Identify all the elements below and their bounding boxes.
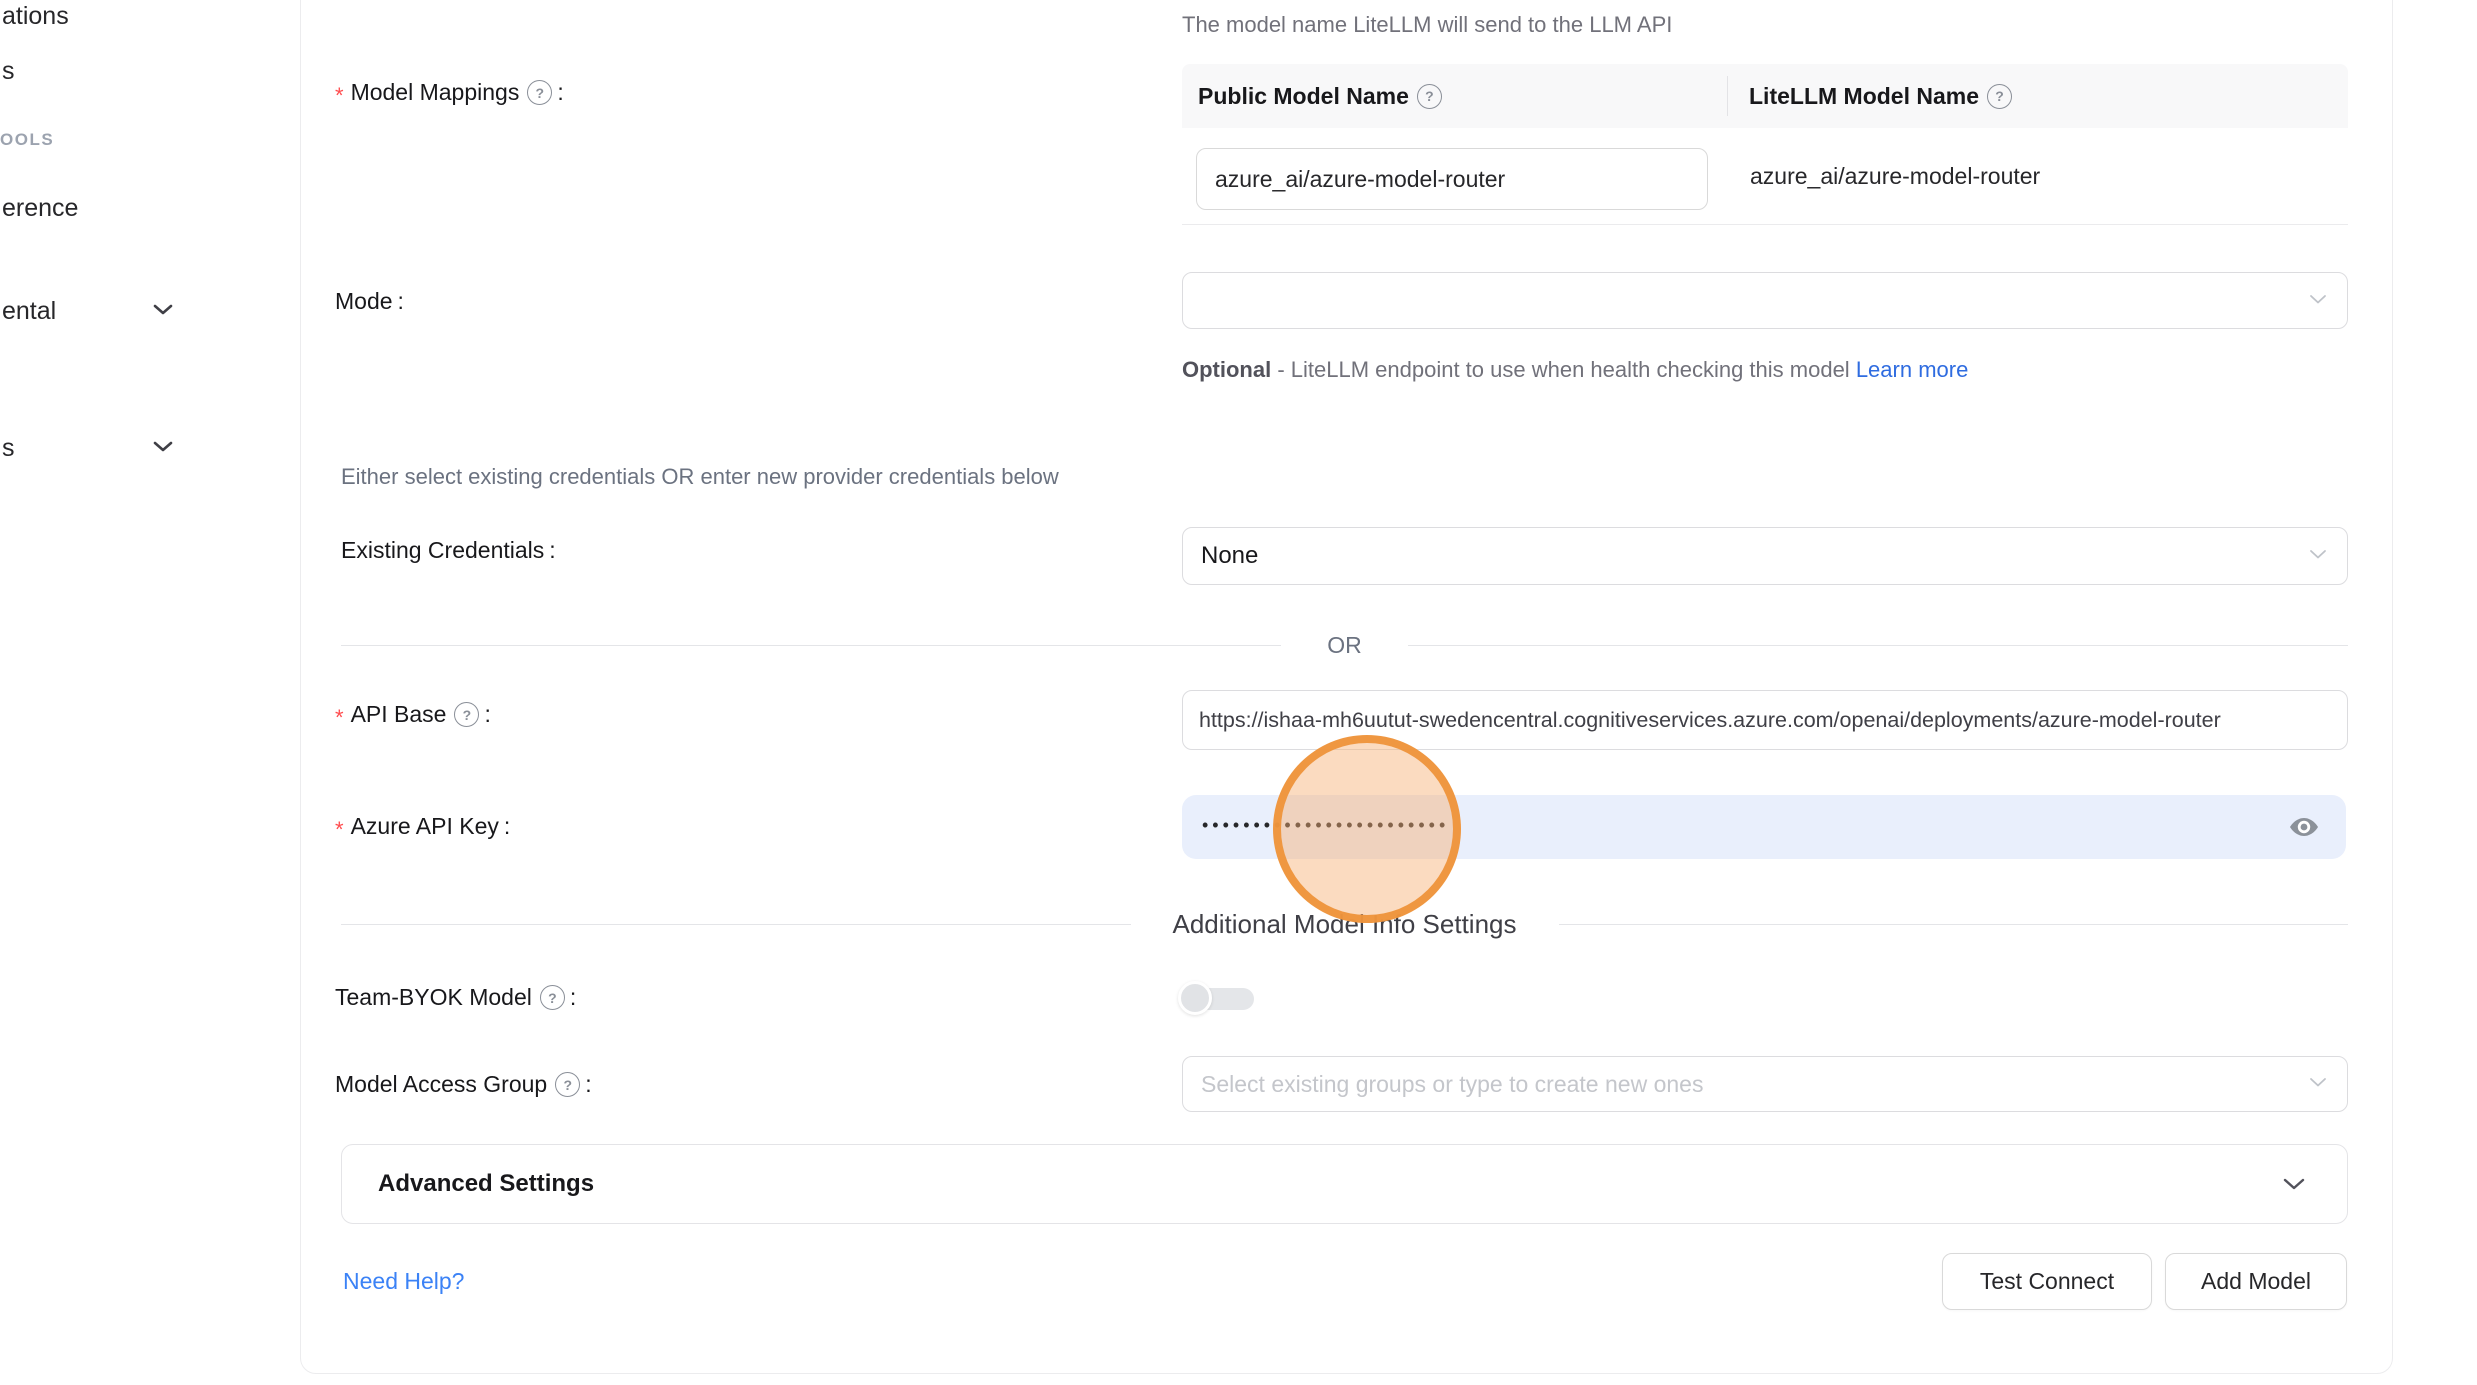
additional-settings-divider-text: Additional Model Info Settings bbox=[1173, 909, 1517, 940]
required-asterisk: * bbox=[335, 817, 344, 843]
mode-help-text: Optional - LiteLLM endpoint to use when … bbox=[1182, 350, 1992, 390]
need-help-link[interactable]: Need Help? bbox=[343, 1268, 464, 1295]
masked-password-dots: •••••••••••••••••••••••• bbox=[1202, 815, 1449, 836]
test-connect-button[interactable]: Test Connect bbox=[1942, 1253, 2152, 1310]
advanced-settings-panel[interactable]: Advanced Settings bbox=[341, 1144, 2348, 1224]
api-base-input[interactable]: https://ishaa-mh6uutut-swedencentral.cog… bbox=[1182, 690, 2348, 750]
mode-label: Mode : bbox=[335, 288, 404, 315]
question-circle-icon[interactable]: ? bbox=[454, 702, 479, 727]
chevron-down-icon bbox=[2309, 1075, 2327, 1093]
chevron-down-icon bbox=[2309, 547, 2327, 565]
question-circle-icon[interactable]: ? bbox=[540, 985, 565, 1010]
azure-api-key-label: * Azure API Key : bbox=[335, 813, 510, 840]
learn-more-link[interactable]: Learn more bbox=[1856, 357, 1969, 382]
header-divider bbox=[1727, 76, 1728, 116]
mappings-table-header: Public Model Name ? LiteLLM Model Name ? bbox=[1182, 64, 2348, 128]
question-circle-icon[interactable]: ? bbox=[555, 1072, 580, 1097]
model-access-group-placeholder: Select existing groups or type to create… bbox=[1201, 1071, 1703, 1098]
litellm-model-name-value: azure_ai/azure-model-router bbox=[1750, 128, 2040, 224]
sidebar-item-s1[interactable]: s bbox=[2, 57, 15, 86]
required-asterisk: * bbox=[335, 83, 344, 109]
advanced-settings-label: Advanced Settings bbox=[378, 1170, 594, 1198]
public-model-name-header: Public Model Name ? bbox=[1182, 83, 1711, 110]
sidebar-item-erence[interactable]: erence bbox=[2, 194, 78, 223]
existing-credentials-label: Existing Credentials : bbox=[341, 537, 556, 564]
or-divider-text: OR bbox=[1327, 632, 1362, 659]
question-circle-icon[interactable]: ? bbox=[527, 80, 552, 105]
litellm-model-name-header: LiteLLM Model Name ? bbox=[1711, 83, 2012, 110]
additional-settings-divider: Additional Model Info Settings bbox=[341, 909, 2348, 940]
toggle-knob bbox=[1178, 981, 1212, 1015]
or-divider: OR bbox=[341, 632, 2348, 659]
existing-credentials-select[interactable]: None bbox=[1182, 527, 2348, 585]
existing-credentials-value: None bbox=[1201, 542, 1258, 570]
api-base-value: https://ishaa-mh6uutut-swedencentral.cog… bbox=[1199, 708, 2331, 733]
add-model-page: ations s OOLS erence ental s The model n… bbox=[0, 0, 2477, 1385]
model-mappings-label: * Model Mappings ? : bbox=[335, 79, 564, 106]
sidebar-item-s2[interactable]: s bbox=[2, 434, 15, 463]
model-access-group-select[interactable]: Select existing groups or type to create… bbox=[1182, 1056, 2348, 1112]
chevron-down-icon bbox=[2309, 292, 2327, 310]
eye-icon[interactable] bbox=[2288, 815, 2320, 840]
chevron-down-icon[interactable] bbox=[153, 303, 173, 321]
team-byok-label: Team-BYOK Model ? : bbox=[335, 984, 576, 1011]
model-access-group-label: Model Access Group ? : bbox=[335, 1071, 592, 1098]
sidebar-section-tools: OOLS bbox=[0, 130, 54, 150]
azure-api-key-input[interactable]: •••••••••••••••••••••••• bbox=[1182, 795, 2346, 859]
question-circle-icon[interactable]: ? bbox=[1987, 84, 2012, 109]
public-model-name-input[interactable]: azure_ai/azure-model-router bbox=[1196, 148, 1708, 210]
team-byok-toggle[interactable] bbox=[1178, 981, 1256, 1017]
question-circle-icon[interactable]: ? bbox=[1417, 84, 1442, 109]
add-model-button[interactable]: Add Model bbox=[2165, 1253, 2347, 1310]
model-mappings-table: Public Model Name ? LiteLLM Model Name ?… bbox=[1182, 64, 2348, 224]
api-base-label: * API Base ? : bbox=[335, 701, 491, 728]
credentials-note: Either select existing credentials OR en… bbox=[341, 464, 1059, 490]
required-asterisk: * bbox=[335, 705, 344, 731]
sidebar-item-ental[interactable]: ental bbox=[2, 297, 56, 326]
model-name-hint: The model name LiteLLM will send to the … bbox=[1182, 12, 1672, 38]
mode-select[interactable] bbox=[1182, 272, 2348, 329]
sidebar-item-ations[interactable]: ations bbox=[2, 2, 69, 31]
mappings-table-row: azure_ai/azure-model-router azure_ai/azu… bbox=[1182, 128, 2348, 225]
chevron-down-icon[interactable] bbox=[153, 440, 173, 458]
chevron-down-icon bbox=[2283, 1178, 2305, 1191]
